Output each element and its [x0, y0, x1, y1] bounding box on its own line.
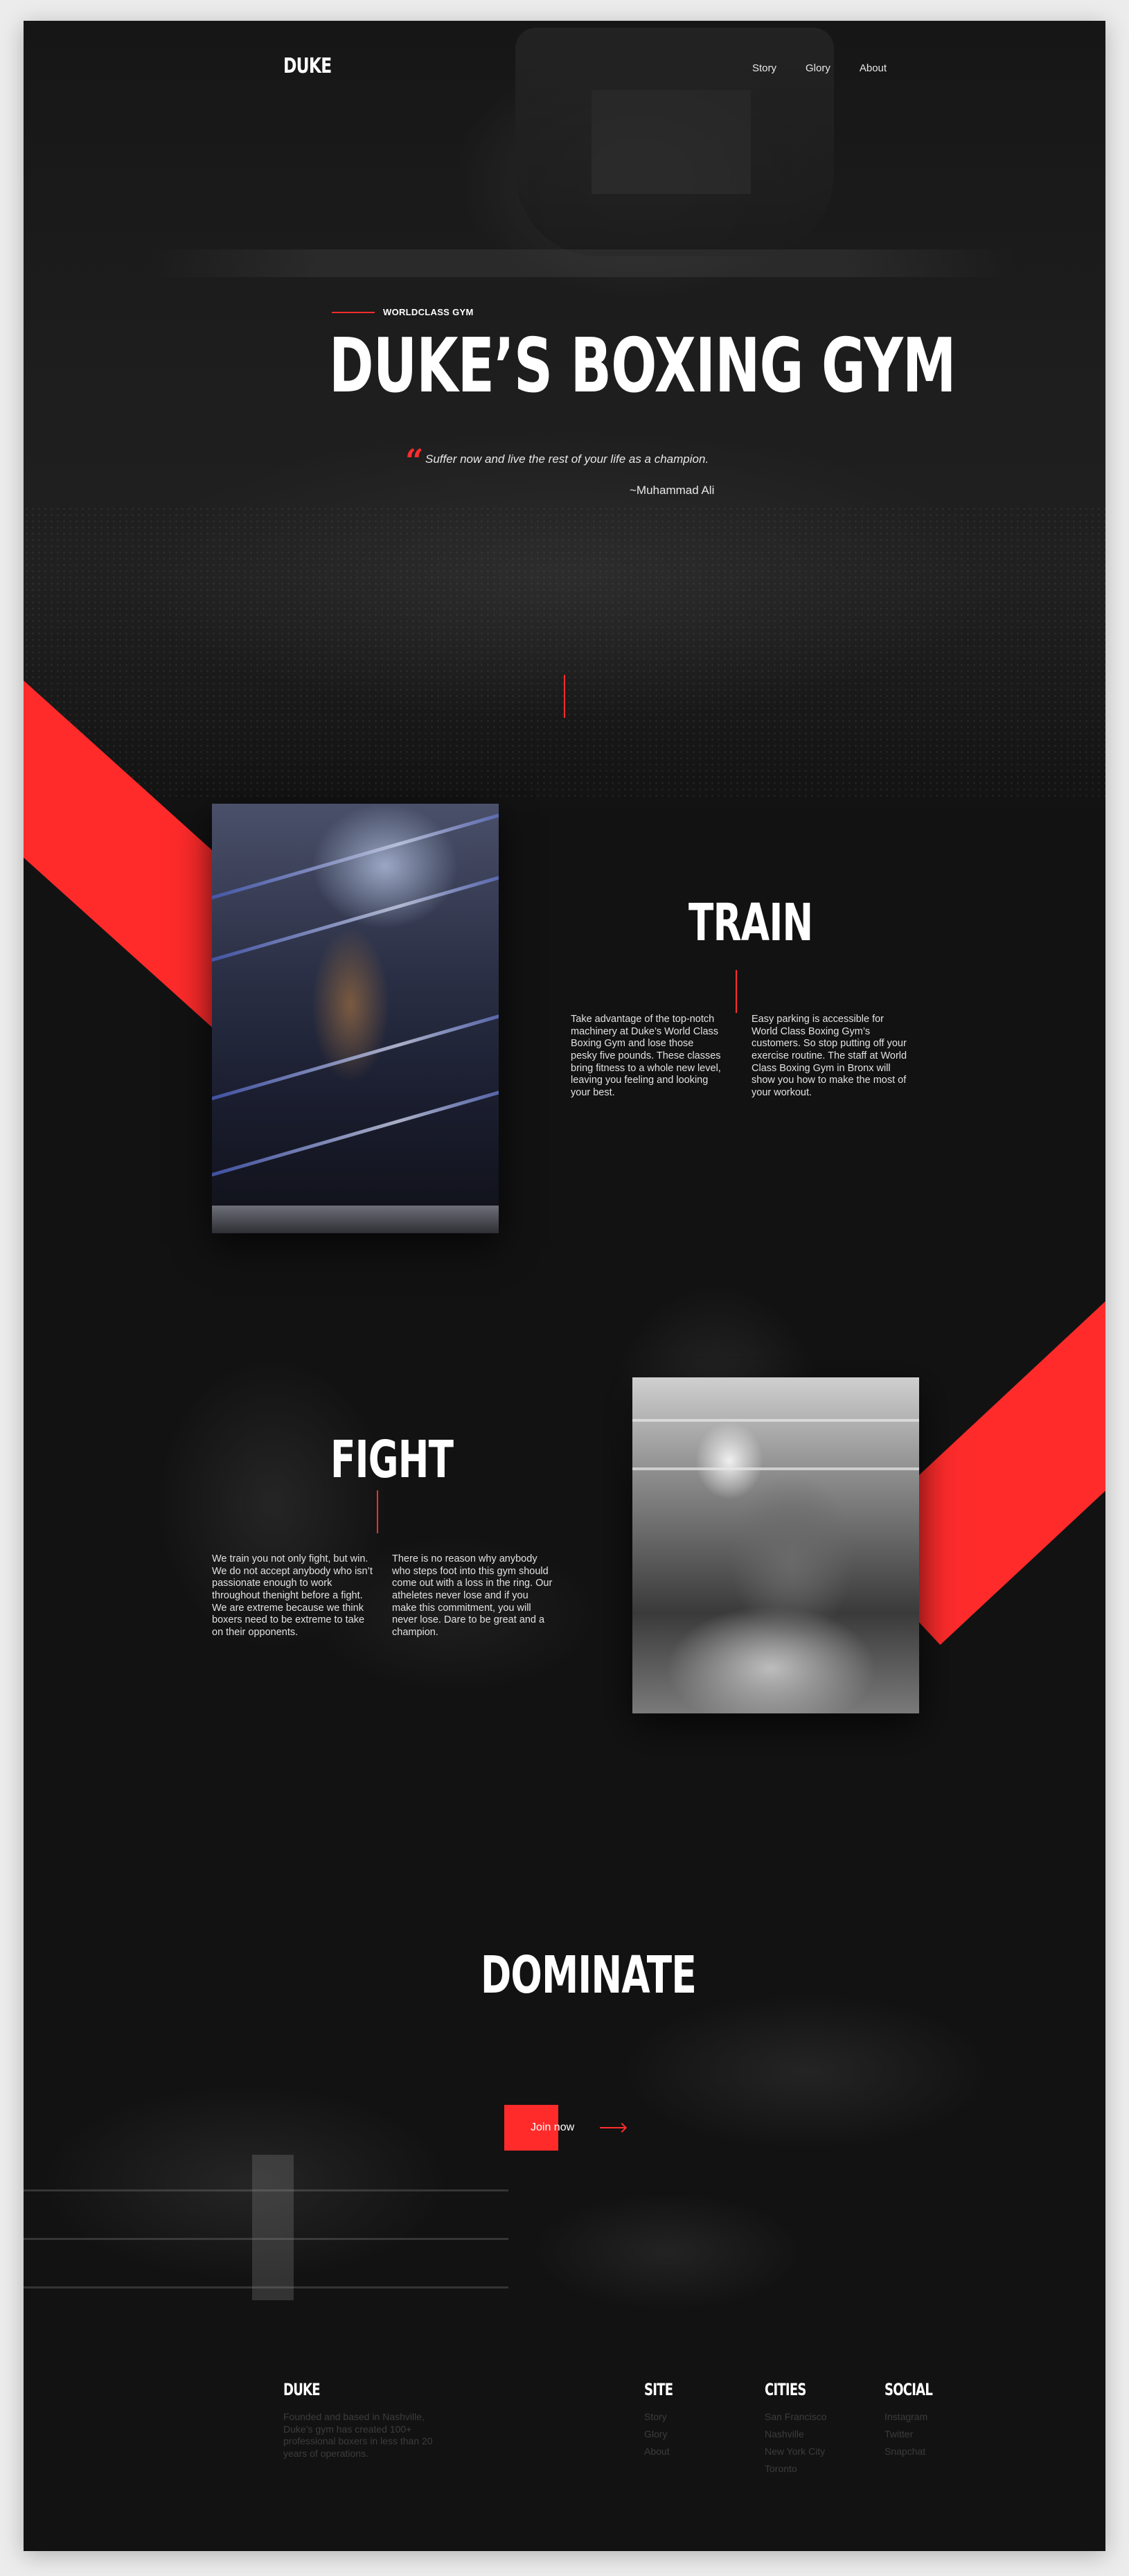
arrow-right-icon[interactable] — [600, 2127, 625, 2128]
train-photo — [212, 804, 499, 1233]
footer-link-instagram[interactable]: Instagram — [884, 2411, 927, 2422]
footer-link-nashville[interactable]: Nashville — [765, 2428, 804, 2440]
fight-title: FIGHT — [330, 1430, 454, 1490]
nav-item-glory[interactable]: Glory — [806, 62, 830, 74]
dominate-title: DOMINATE — [481, 1946, 697, 2005]
train-accent-line — [736, 970, 737, 1013]
hero-eyebrow: WORLDCLASS GYM — [383, 307, 474, 317]
footer-link-toronto[interactable]: Toronto — [765, 2463, 797, 2474]
fight-paragraph-2: There is no reason why anybody who steps… — [392, 1553, 553, 1639]
nav-item-story[interactable]: Story — [752, 62, 776, 74]
main-nav: Story Glory About — [752, 62, 916, 74]
footer-cities-heading: CITIES — [765, 2380, 806, 2399]
join-now-button[interactable]: Join now — [504, 2105, 582, 2151]
footer-link-story[interactable]: Story — [644, 2411, 667, 2422]
footer-link-twitter[interactable]: Twitter — [884, 2428, 913, 2440]
footer-link-glory[interactable]: Glory — [644, 2428, 667, 2440]
quote-author: ~Muhammad Ali — [630, 484, 715, 497]
footer-brand: DUKE — [283, 2380, 321, 2399]
nav-item-about[interactable]: About — [860, 62, 887, 74]
footer-link-snapchat[interactable]: Snapchat — [884, 2446, 925, 2457]
footer-link-about[interactable]: About — [644, 2446, 670, 2457]
train-title: TRAIN — [688, 893, 813, 953]
footer-about: Founded and based in Nashville, Duke’s g… — [283, 2411, 433, 2459]
fight-paragraph-1: We train you not only fight, but win. We… — [212, 1553, 373, 1639]
eyebrow-accent-line — [332, 312, 375, 313]
footer-social-heading: SOCIAL — [884, 2380, 933, 2399]
scroll-indicator-line — [564, 675, 565, 718]
footer-link-san-francisco[interactable]: San Francisco — [765, 2411, 826, 2422]
quote-icon: “ — [405, 442, 424, 479]
footer-site-heading: SITE — [644, 2380, 673, 2399]
join-now-label: Join now — [531, 2121, 575, 2133]
logo[interactable]: DUKE — [283, 54, 332, 78]
hero-title: DUKE’S BOXING GYM — [329, 323, 956, 409]
fight-photo — [632, 1377, 919, 1713]
footer-link-new-york-city[interactable]: New York City — [765, 2446, 825, 2457]
hero-quote: Suffer now and live the rest of your lif… — [425, 452, 709, 466]
train-paragraph-1: Take advantage of the top-notch machiner… — [571, 1014, 721, 1099]
page: DUKE Story Glory About WORLDCLASS GYM DU… — [24, 21, 1105, 2551]
arena-banner — [148, 249, 1014, 277]
crowd-texture — [24, 506, 1105, 797]
fight-accent-line — [377, 1490, 378, 1533]
train-paragraph-2: Easy parking is accessible for World Cla… — [752, 1014, 907, 1099]
